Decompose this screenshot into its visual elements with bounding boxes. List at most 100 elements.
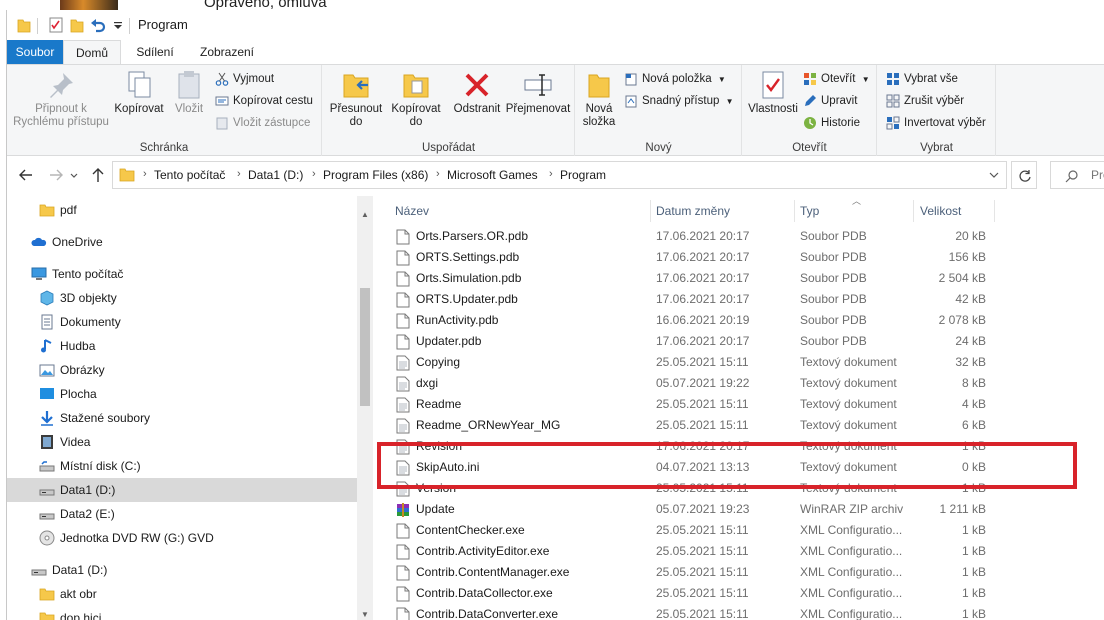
table-row[interactable]: dxgi 05.07.2021 19:22 Textový dokument 8 kB xyxy=(373,373,1073,394)
column-header-date[interactable]: Datum změny xyxy=(656,204,730,218)
table-row[interactable]: Version 25.05.2021 15:11 Textový dokument 1… xyxy=(373,478,1073,499)
history-button[interactable]: Historie xyxy=(803,113,860,133)
rename-button[interactable]: Přejmenovat xyxy=(503,69,573,116)
table-row[interactable]: Revision 17.06.2021 20:17 Textový dokument… xyxy=(373,436,1073,457)
table-row[interactable]: RunActivity.pdb 16.06.2021 20:19 Soubor PD… xyxy=(373,310,1073,331)
nav-item-desktop[interactable]: Plocha xyxy=(7,382,357,406)
breadcrumb-chevron-icon[interactable]: › xyxy=(237,168,241,180)
address-bar[interactable]: › Tento počítač › Data1 (D:) › Program F… xyxy=(112,161,1007,189)
breadcrumb-chevron-icon[interactable]: › xyxy=(549,168,553,180)
column-header-name[interactable]: Název xyxy=(395,204,429,218)
table-row[interactable]: Copying 25.05.2021 15:11 Textový dokument 3… xyxy=(373,352,1073,373)
paste-shortcut-button[interactable]: Vložit zástupce xyxy=(215,113,310,133)
table-row[interactable]: Contrib.DataCollector.exe 25.05.2021 15:1… xyxy=(373,583,1073,604)
undo-icon[interactable] xyxy=(90,17,106,33)
select-none-button[interactable]: Zrušit výběr xyxy=(886,91,964,111)
dvd-icon xyxy=(39,530,55,546)
table-row[interactable]: Readme 25.05.2021 15:11 Textový dokument 4 … xyxy=(373,394,1073,415)
table-row[interactable]: Contrib.ContentManager.exe 25.05.2021 15:… xyxy=(373,562,1073,583)
nav-item-3d-objects[interactable]: 3D objekty xyxy=(7,286,357,310)
breadcrumb-program-files[interactable]: Program Files (x86) xyxy=(323,168,428,182)
address-history-chevron-icon[interactable] xyxy=(988,168,1000,182)
folder-icon[interactable] xyxy=(17,17,31,33)
refresh-button[interactable] xyxy=(1011,161,1037,189)
column-header-size[interactable]: Velikost xyxy=(920,204,961,218)
nav-item-dvd-drive[interactable]: Jednotka DVD RW (G:) GVD xyxy=(7,526,357,550)
properties-icon[interactable] xyxy=(49,17,63,33)
breadcrumb-data1[interactable]: Data1 (D:) xyxy=(248,168,303,182)
table-row[interactable]: SkipAuto.ini 04.07.2021 13:13 Textový doku… xyxy=(373,457,1073,478)
select-all-button[interactable]: Vybrat vše xyxy=(886,69,958,89)
nav-item-music[interactable]: Hudba xyxy=(7,334,357,358)
scrollbar-thumb[interactable] xyxy=(360,288,370,406)
new-folder-button[interactable]: Nová složka xyxy=(578,69,620,129)
back-arrow-icon[interactable] xyxy=(17,166,35,184)
breadcrumb-program[interactable]: Program xyxy=(560,168,606,182)
nav-item-akt-obr[interactable]: akt obr xyxy=(7,582,357,606)
new-item-button[interactable]: Nová položka ▼ xyxy=(624,69,726,89)
column-divider[interactable] xyxy=(794,200,795,222)
column-divider[interactable] xyxy=(650,200,651,222)
cut-button[interactable]: Vyjmout xyxy=(215,69,274,89)
table-row[interactable]: Updater.pdb 17.06.2021 20:17 Soubor PDB 24 … xyxy=(373,331,1073,352)
nav-item-this-pc[interactable]: Tento počítač xyxy=(7,262,357,286)
nav-item-local-disk-c[interactable]: Místní disk (C:) xyxy=(7,454,357,478)
breadcrumb-microsoft-games[interactable]: Microsoft Games xyxy=(447,168,538,182)
breadcrumb-chevron-icon[interactable]: › xyxy=(312,168,316,180)
breadcrumb-this-pc[interactable]: Tento počítač xyxy=(154,168,225,182)
paste-button[interactable]: Vložit xyxy=(167,69,211,116)
nav-item-onedrive[interactable]: OneDrive xyxy=(7,230,357,254)
column-header-type[interactable]: Typ xyxy=(800,204,819,218)
column-divider[interactable] xyxy=(994,200,995,222)
nav-item-downloads[interactable]: Stažené soubory xyxy=(7,406,357,430)
table-row[interactable]: ContentChecker.exe 25.05.2021 15:11 XML Co… xyxy=(373,520,1073,541)
new-folder-icon[interactable] xyxy=(70,17,84,33)
pin-icon xyxy=(50,73,73,98)
table-row[interactable]: Readme_ORNewYear_MG 25.05.2021 15:11 Texto… xyxy=(373,415,1073,436)
edit-button[interactable]: Upravit xyxy=(803,91,857,111)
copy-path-button[interactable]: Kopírovat cestu xyxy=(215,91,313,111)
properties-button[interactable]: Vlastnosti xyxy=(745,69,801,116)
table-row[interactable]: Contrib.DataConverter.exe 25.05.2021 15:1… xyxy=(373,604,1073,620)
table-row[interactable]: Contrib.ActivityEditor.exe 25.05.2021 15:… xyxy=(373,541,1073,562)
tab-home[interactable]: Domů xyxy=(63,40,121,65)
nav-item-documents[interactable]: Dokumenty xyxy=(7,310,357,334)
nav-item-dop-hici[interactable]: dop hici xyxy=(7,606,357,620)
tab-view[interactable]: Zobrazení xyxy=(193,40,261,64)
group-clipboard: Připnout k Rychlému přístupu Kopírovat V… xyxy=(7,65,322,156)
table-row[interactable]: Update 05.07.2021 19:23 WinRAR ZIP archiv 1… xyxy=(373,499,1073,520)
copy-to-button[interactable]: Kopírovat do xyxy=(385,69,447,129)
move-to-button[interactable]: Přesunout do xyxy=(325,69,387,129)
navigation-scrollbar[interactable] xyxy=(357,196,373,620)
search-box[interactable] xyxy=(1050,161,1104,189)
pin-quick-access-button[interactable]: Připnout k Rychlému přístupu xyxy=(13,69,109,129)
invert-selection-button[interactable]: Invertovat výběr xyxy=(886,113,986,133)
open-button[interactable]: Otevřít ▼ xyxy=(803,69,870,89)
forward-arrow-icon[interactable] xyxy=(47,166,65,184)
easy-access-button[interactable]: Snadný přístup ▼ xyxy=(624,91,733,111)
column-divider[interactable] xyxy=(913,200,914,222)
file-size: 1 kB xyxy=(961,586,986,600)
scroll-up-arrow-icon[interactable]: ▲ xyxy=(360,210,370,220)
breadcrumb-chevron-icon[interactable]: › xyxy=(143,168,147,180)
nav-item-pictures[interactable]: Obrázky xyxy=(7,358,357,382)
customize-dropdown-icon[interactable] xyxy=(113,17,123,33)
nav-item-data2-e[interactable]: Data2 (E:) xyxy=(7,502,357,526)
table-row[interactable]: ORTS.Settings.pdb 17.06.2021 20:17 Soubor … xyxy=(373,247,1073,268)
nav-item-data1-d-selected[interactable]: Data1 (D:) xyxy=(7,478,357,502)
tab-share[interactable]: Sdílení xyxy=(127,40,183,64)
table-row[interactable]: Orts.Simulation.pdb 17.06.2021 20:17 Soubo… xyxy=(373,268,1073,289)
copy-button[interactable]: Kopírovat xyxy=(111,69,167,116)
table-row[interactable]: Orts.Parsers.OR.pdb 17.06.2021 20:17 Soubo… xyxy=(373,226,1073,247)
recent-locations-chevron-icon[interactable] xyxy=(69,166,79,184)
search-input[interactable] xyxy=(1091,168,1104,182)
table-row[interactable]: ORTS.Updater.pdb 17.06.2021 20:17 Soubor P… xyxy=(373,289,1073,310)
scroll-down-arrow-icon[interactable]: ▼ xyxy=(360,610,370,620)
delete-button[interactable]: Odstranit xyxy=(449,69,505,116)
up-arrow-icon[interactable] xyxy=(89,166,107,184)
breadcrumb-chevron-icon[interactable]: › xyxy=(436,168,440,180)
nav-item-videos[interactable]: Videa xyxy=(7,430,357,454)
nav-item-data1-d[interactable]: Data1 (D:) xyxy=(7,558,357,582)
tab-file[interactable]: Soubor xyxy=(7,40,63,64)
nav-item-pdf[interactable]: pdf xyxy=(7,198,357,222)
